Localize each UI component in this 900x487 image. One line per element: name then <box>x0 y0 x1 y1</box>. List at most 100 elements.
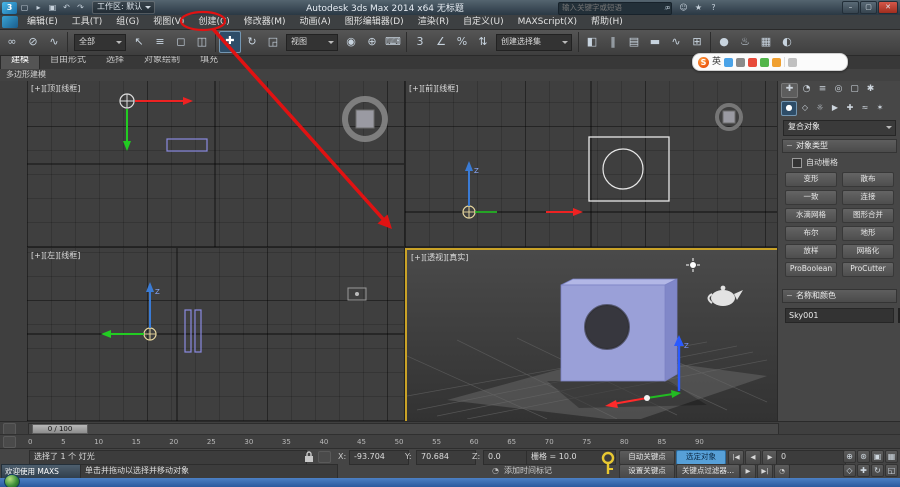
display-tab-icon[interactable]: ▢ <box>847 83 862 96</box>
pan-view-icon[interactable]: ✚ <box>857 464 870 477</box>
hierarchy-tab-icon[interactable]: ≡ <box>815 83 830 96</box>
menu-item[interactable]: 编辑(E) <box>20 15 65 29</box>
geometry-category-icon[interactable]: ● <box>781 101 797 116</box>
sky-light-icon[interactable] <box>686 258 700 272</box>
name-color-rollout-header[interactable]: 名称和颜色 <box>782 289 897 303</box>
viewport-left-label[interactable]: [+][左][线框] <box>31 250 80 261</box>
object-name-field[interactable] <box>785 308 894 323</box>
object-type-button[interactable]: 网格化 <box>842 244 894 259</box>
go-to-end-button[interactable]: ▶| <box>757 464 773 479</box>
undo-icon[interactable]: ↶ <box>60 2 73 13</box>
object-type-button[interactable]: 连接 <box>842 190 894 205</box>
input-method-keyboard-icon[interactable] <box>736 58 745 67</box>
viewport-left[interactable]: [+][左][线框] Z <box>27 248 405 421</box>
search-input[interactable] <box>559 3 657 12</box>
help-icon[interactable]: ? <box>707 2 720 13</box>
reference-coordinate-dropdown[interactable]: 视图 <box>286 34 338 51</box>
use-pivot-point-center-icon[interactable]: ◉ <box>341 32 361 52</box>
viewport-perspective-canvas[interactable]: Z <box>407 250 775 419</box>
utilities-tab-icon[interactable]: ✱ <box>863 83 878 96</box>
zoom-extents-icon[interactable]: ▣ <box>871 450 884 463</box>
angle-snap-icon[interactable]: ∠ <box>431 32 451 52</box>
maximize-button[interactable]: ▢ <box>860 1 877 14</box>
select-object-icon[interactable]: ↖ <box>129 32 149 52</box>
coord-z-field[interactable]: 0.0 <box>483 450 529 465</box>
workspace-dropdown[interactable]: 工作区: 默认 <box>92 1 155 14</box>
ribbon-tab-selection[interactable]: 选择 <box>96 54 134 69</box>
object-type-button[interactable]: 一致 <box>785 190 837 205</box>
ribbon-tab-populate[interactable]: 填充 <box>190 54 228 69</box>
ribbon-tab-freeform[interactable]: 自由形式 <box>40 54 96 69</box>
viewport-front-label[interactable]: [+][前][线框] <box>409 83 458 94</box>
percent-snap-icon[interactable]: % <box>452 32 472 52</box>
close-button[interactable]: ✕ <box>878 1 898 14</box>
maximize-viewport-toggle-icon[interactable]: ◱ <box>885 464 898 477</box>
view-compass[interactable] <box>345 99 385 139</box>
viewport-top-canvas[interactable] <box>27 81 404 247</box>
absolute-mode-transform-icon[interactable] <box>318 451 331 463</box>
menu-item[interactable]: 动画(A) <box>293 15 338 29</box>
bind-to-space-warp-icon[interactable]: ∿ <box>44 32 64 52</box>
next-frame-button[interactable]: ▶ <box>740 464 756 479</box>
set-keys-button[interactable] <box>601 451 616 477</box>
schematic-view-icon[interactable]: ⊞ <box>687 32 707 52</box>
light-object-gizmo[interactable]: Z <box>101 282 160 340</box>
menu-item[interactable]: 工具(T) <box>65 15 110 29</box>
current-frame-field[interactable]: 0 <box>776 450 846 465</box>
render-production-icon[interactable]: ◐ <box>777 32 797 52</box>
ribbon-tab-object-paint[interactable]: 对象绘制 <box>134 54 190 69</box>
go-to-start-button[interactable]: |◀ <box>728 450 744 465</box>
layer-manager-icon[interactable]: ▤ <box>624 32 644 52</box>
box-with-hole-object[interactable] <box>561 279 677 381</box>
time-slider-handle[interactable]: 0 / 100 <box>32 424 88 434</box>
rendered-frame-window-icon[interactable]: ▦ <box>756 32 776 52</box>
graphite-ribbon-toggle-icon[interactable]: ▬ <box>645 32 665 52</box>
redo-icon[interactable]: ↷ <box>74 2 87 13</box>
object-type-button[interactable]: ProBoolean <box>785 262 837 277</box>
open-file-icon[interactable]: ▸ <box>32 2 45 13</box>
viewport-front-canvas[interactable]: Z <box>405 81 777 247</box>
named-selection-sets-field[interactable]: 创建选择集 <box>496 34 572 51</box>
minimize-button[interactable]: – <box>842 1 859 14</box>
input-method-tool-icon-1[interactable] <box>724 58 733 67</box>
spinner-snap-icon[interactable]: ⇅ <box>473 32 493 52</box>
polygon-modeling-panel-label[interactable]: 多边形建模 <box>0 70 46 79</box>
viewport-front[interactable]: [+][前][线框] Z <box>405 81 777 248</box>
new-scene-icon[interactable]: ▢ <box>18 2 31 13</box>
viewport-top[interactable]: [+][顶][线框] <box>27 81 405 248</box>
geometry-subcategory-dropdown[interactable]: 复合对象 <box>783 120 896 136</box>
menu-item[interactable]: MAXScript(X) <box>511 15 584 29</box>
selection-lock-icon[interactable] <box>304 451 314 463</box>
object-type-button[interactable]: 变形 <box>785 172 837 187</box>
autogrid-checkbox[interactable] <box>792 158 802 168</box>
viewport-left-canvas[interactable]: Z <box>27 248 404 421</box>
object-type-button[interactable]: 放样 <box>785 244 837 259</box>
object-type-button[interactable]: ProCutter <box>842 262 894 277</box>
windows-taskbar[interactable] <box>0 478 900 487</box>
render-setup-icon[interactable]: ♨ <box>735 32 755 52</box>
menu-item[interactable]: 创建(C) <box>191 15 236 29</box>
input-method-mic-icon[interactable] <box>748 58 757 67</box>
viewport-top-label[interactable]: [+][顶][线框] <box>31 83 80 94</box>
unlink-selection-icon[interactable]: ⊘ <box>23 32 43 52</box>
input-mode-toggle[interactable]: 英 <box>712 55 721 69</box>
light-object-gizmo[interactable]: Z <box>463 161 583 218</box>
menu-item[interactable]: 修改器(M) <box>237 15 293 29</box>
windows-start-button[interactable] <box>4 474 20 487</box>
curve-editor-icon[interactable]: ∿ <box>666 32 686 52</box>
auto-key-button[interactable]: 自动关键点 <box>619 450 675 465</box>
select-and-link-icon[interactable]: ∞ <box>2 32 22 52</box>
create-tab-icon[interactable]: ✚ <box>781 83 798 98</box>
zoom-icon[interactable]: ⊕ <box>843 450 856 463</box>
space-warps-category-icon[interactable]: ≈ <box>858 101 872 114</box>
menu-item[interactable]: 图形编辑器(D) <box>338 15 411 29</box>
coord-x-field[interactable]: -93.704 <box>349 450 409 465</box>
helpers-category-icon[interactable]: ✚ <box>843 101 857 114</box>
viewport-perspective-label[interactable]: [+][透视][真实] <box>411 252 468 263</box>
keyboard-shortcut-override-icon[interactable]: ⌨ <box>383 32 403 52</box>
set-key-button[interactable]: 设置关键点 <box>619 464 675 479</box>
zoom-all-icon[interactable]: ⊛ <box>857 450 870 463</box>
input-method-toolbox-icon[interactable] <box>788 58 797 67</box>
select-and-move-icon[interactable]: ✚ <box>219 31 241 53</box>
sign-in-icon[interactable]: ☺ <box>677 2 690 13</box>
